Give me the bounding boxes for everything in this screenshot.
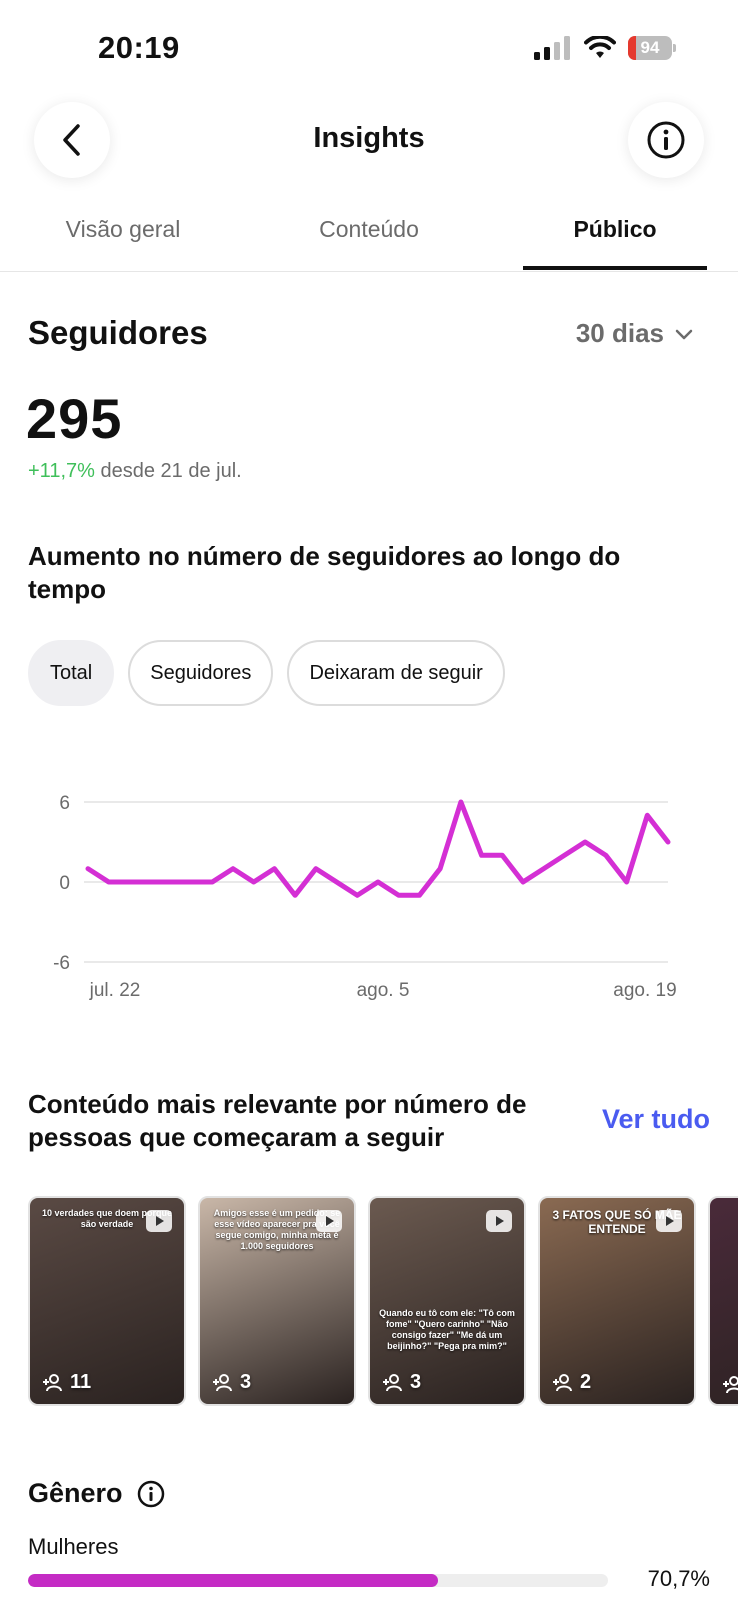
content-thumbnail[interactable]: 3 FATOS QUE SÓ MÃE ENTENDE 2 <box>538 1196 696 1406</box>
follower-count: 295 <box>26 387 123 450</box>
range-value: 30 dias <box>575 318 664 348</box>
chart-filters: Total Seguidores Deixaram de seguir <box>28 640 505 706</box>
x-tick-label: ago. 5 <box>357 980 410 1001</box>
y-tick-label: 0 <box>59 873 70 894</box>
gender-label-women: Mulheres <box>28 1534 119 1559</box>
content-thumbnail[interactable]: 10 verdades que doem porque são verdade … <box>28 1196 186 1406</box>
filter-total[interactable]: Total <box>28 640 115 706</box>
active-tab-indicator <box>523 266 707 270</box>
header: Insights <box>0 96 738 186</box>
wifi-icon <box>584 36 616 58</box>
info-icon <box>647 121 685 159</box>
add-person-icon <box>383 1373 402 1391</box>
info-icon[interactable] <box>137 1480 165 1508</box>
info-button[interactable] <box>628 102 704 178</box>
thumbnail-count: 11 <box>70 1371 92 1393</box>
delta-percent: +11,7% <box>28 460 95 482</box>
filter-seguidores[interactable]: Seguidores <box>128 640 274 706</box>
thumbnail-count: 3 <box>410 1371 422 1393</box>
new-followers-count: 3 <box>212 1371 251 1394</box>
battery-icon: 94 <box>628 36 676 60</box>
reel-icon <box>316 1210 342 1232</box>
thumbnail-caption: Quando eu tô com ele: "Tô com fome" "Que… <box>379 1308 515 1351</box>
new-followers-count: 2 <box>552 1371 591 1394</box>
tab-conteudo[interactable]: Conteúdo <box>276 216 462 243</box>
gender-section-title: Gênero <box>28 1478 165 1509</box>
status-bar: 20:19 94 <box>0 0 738 96</box>
reel-icon <box>146 1210 172 1232</box>
add-person-icon <box>213 1373 232 1391</box>
reel-icon <box>656 1210 682 1232</box>
tab-visao-geral[interactable]: Visão geral <box>30 216 216 243</box>
thumbnail-count: 3 <box>240 1371 252 1393</box>
see-all-link[interactable]: Ver tudo <box>602 1104 710 1135</box>
filter-deixaram-de-seguir[interactable]: Deixaram de seguir <box>287 640 505 706</box>
gender-bar-fill <box>28 1574 439 1587</box>
content-thumbnail[interactable]: Amigos esse é um pedido: se esse vídeo a… <box>198 1196 356 1406</box>
growth-chart-title: Aumento no número de seguidores ao longo… <box>28 541 621 604</box>
delta-since: desde 21 de jul. <box>100 460 242 482</box>
range-dropdown[interactable]: 30 dias <box>576 318 694 349</box>
x-tick-label: jul. 22 <box>89 980 141 1001</box>
add-person-icon <box>723 1376 738 1394</box>
content-thumbnail[interactable] <box>708 1196 738 1406</box>
signal-icon <box>534 36 570 60</box>
gender-title: Gênero <box>28 1478 123 1508</box>
tab-bar: Visão geral Conteúdo Público <box>0 200 738 272</box>
reel-icon <box>486 1210 512 1232</box>
add-person-icon <box>553 1373 572 1391</box>
thumbnail-count: 2 <box>580 1371 592 1393</box>
new-followers-count: 11 <box>42 1371 91 1394</box>
y-tick-label: 6 <box>59 793 70 814</box>
top-content-carousel: 10 verdades que doem porque são verdade … <box>28 1196 738 1408</box>
content-thumbnail[interactable]: Quando eu tô com ele: "Tô com fome" "Que… <box>368 1196 526 1406</box>
followers-title: Seguidores <box>28 314 208 351</box>
follower-growth-chart: 6 0 -6 jul. 22 ago. 5 ago. 19 <box>53 793 677 1001</box>
tab-publico[interactable]: Público <box>522 216 708 243</box>
top-content-title: Conteúdo mais relevante por número de pe… <box>28 1089 527 1152</box>
status-icons: 94 <box>534 36 676 60</box>
new-followers-count <box>722 1376 738 1394</box>
follower-delta: +11,7% desde 21 de jul. <box>28 460 242 483</box>
new-followers-count: 3 <box>382 1371 421 1394</box>
add-person-icon <box>43 1373 62 1391</box>
gender-percent-women: 70,7% <box>647 1566 710 1591</box>
chevron-down-icon <box>675 329 693 339</box>
x-tick-label: ago. 19 <box>613 980 676 1001</box>
status-time: 20:19 <box>98 30 180 65</box>
gender-bar-women <box>28 1574 608 1587</box>
y-tick-label: -6 <box>53 953 70 974</box>
battery-level: 94 <box>640 38 660 57</box>
